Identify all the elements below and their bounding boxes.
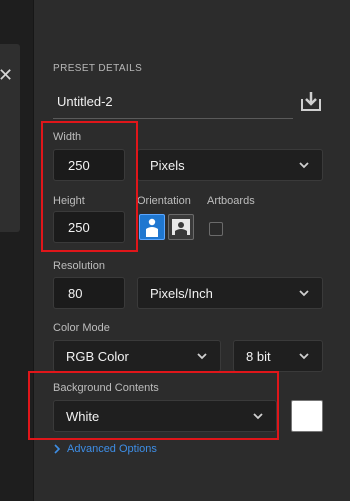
background-contents-label: Background Contents (53, 382, 159, 394)
chevron-down-icon (299, 353, 309, 360)
left-pane: ✕ (0, 0, 34, 501)
bit-depth-dropdown[interactable]: 8 bit (233, 340, 323, 372)
width-unit-dropdown[interactable]: Pixels (137, 149, 323, 181)
chevron-down-icon (299, 162, 309, 169)
advanced-options-label: Advanced Options (67, 443, 157, 455)
width-unit-value: Pixels (150, 157, 185, 173)
orientation-label: Orientation (137, 195, 191, 207)
background-contents-value: White (66, 408, 100, 424)
close-icon[interactable]: ✕ (0, 66, 13, 84)
person-landscape-icon (172, 219, 190, 235)
section-title: PRESET DETAILS (53, 63, 143, 74)
resolution-input[interactable]: 80 (53, 277, 125, 309)
resolution-label: Resolution (53, 260, 105, 272)
artboards-checkbox[interactable] (209, 222, 223, 236)
width-label: Width (53, 131, 82, 143)
advanced-options-toggle[interactable]: Advanced Options (53, 443, 157, 455)
chevron-down-icon (197, 353, 207, 360)
save-preset-icon[interactable] (299, 89, 323, 113)
height-label: Height (53, 195, 85, 207)
orientation-portrait-button[interactable] (139, 214, 165, 240)
resolution-unit-dropdown[interactable]: Pixels/Inch (137, 277, 323, 309)
color-mode-dropdown[interactable]: RGB Color (53, 340, 221, 372)
background-color-swatch[interactable] (291, 400, 323, 432)
preset-name-input[interactable]: Untitled-2 (57, 94, 113, 109)
chevron-down-icon (253, 413, 263, 420)
background-contents-dropdown[interactable]: White (53, 400, 277, 432)
chevron-right-icon (54, 444, 61, 454)
resolution-unit-value: Pixels/Inch (150, 285, 213, 301)
preset-name-underline (53, 118, 293, 119)
orientation-landscape-button[interactable] (168, 214, 194, 240)
color-mode-value: RGB Color (66, 348, 129, 364)
color-mode-label: Color Mode (53, 322, 110, 334)
bit-depth-value: 8 bit (246, 348, 271, 364)
height-input[interactable]: 250 (53, 211, 125, 243)
person-portrait-icon (146, 218, 158, 237)
artboards-label: Artboards (207, 195, 255, 207)
chevron-down-icon (299, 290, 309, 297)
width-input[interactable]: 250 (53, 149, 125, 181)
